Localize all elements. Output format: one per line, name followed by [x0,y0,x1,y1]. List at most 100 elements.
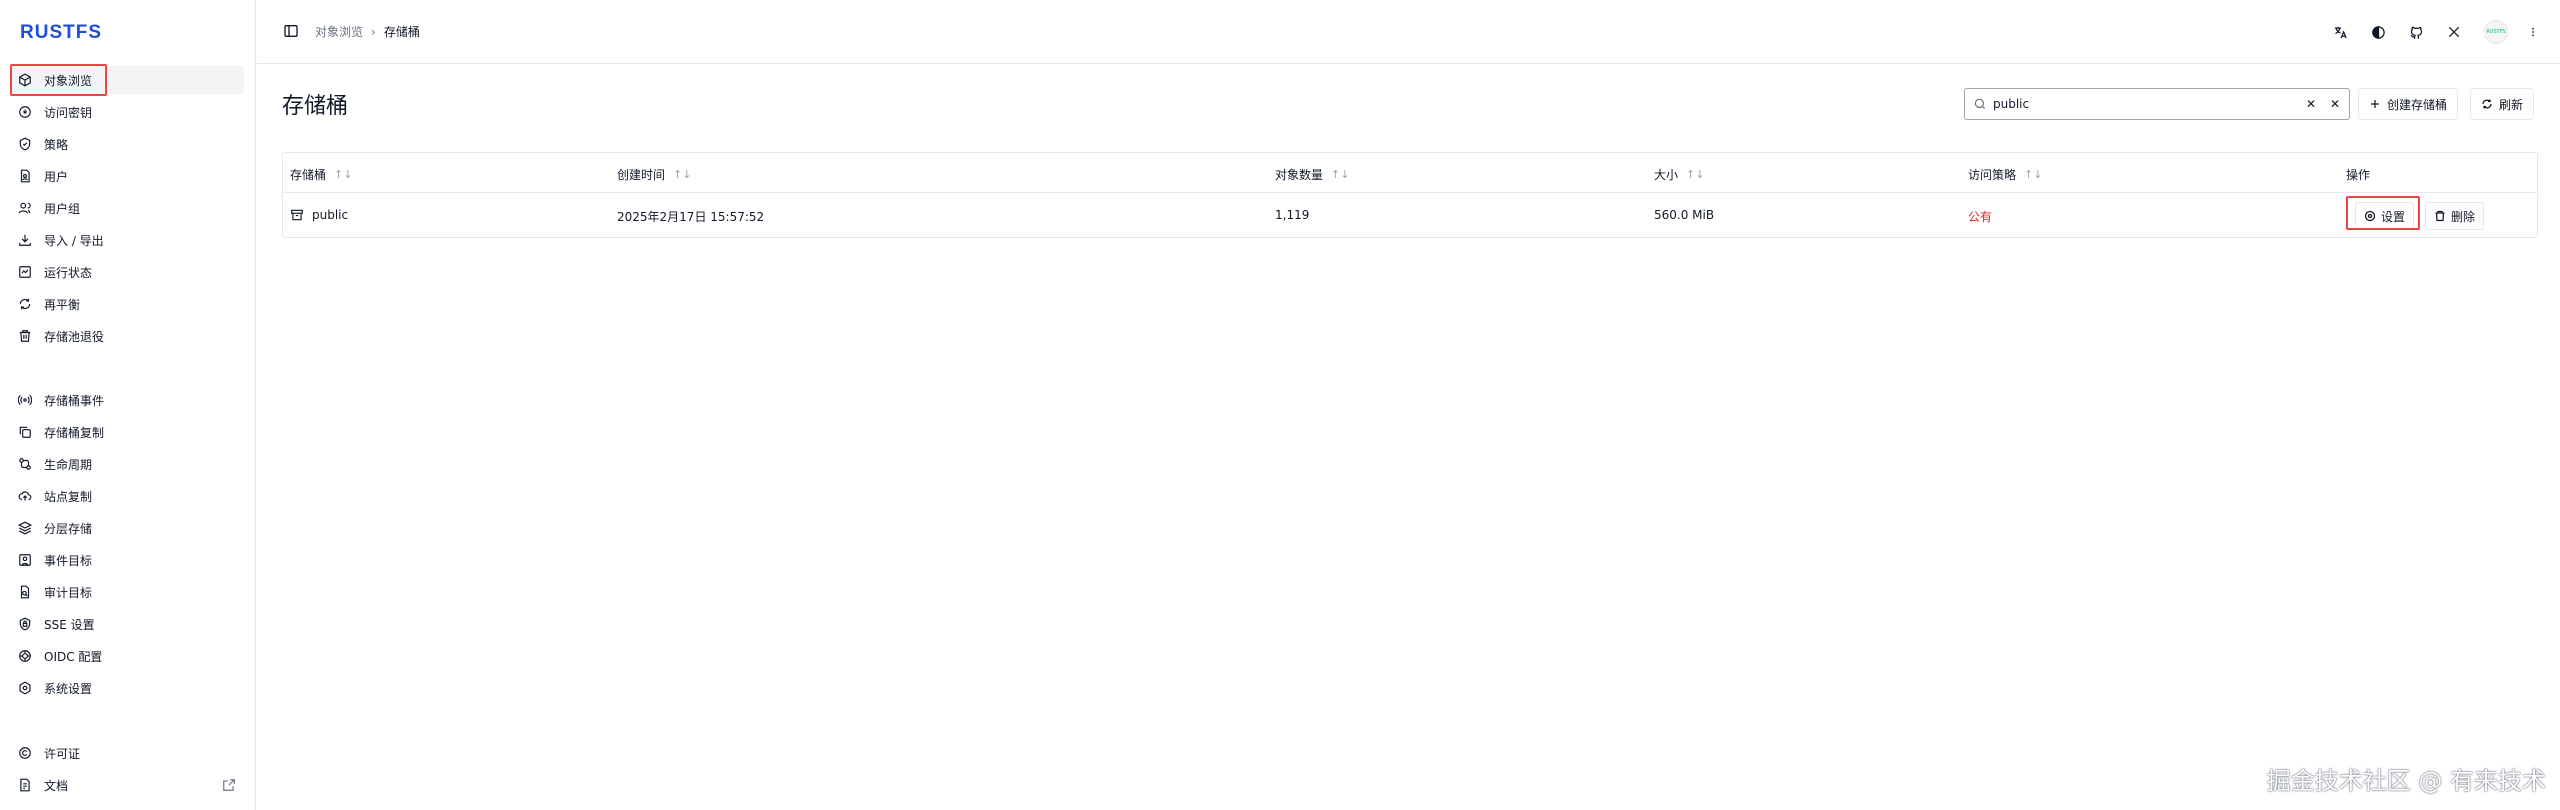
copy-icon [16,423,34,441]
header-actions: RUSTFS [2332,20,2536,44]
refresh-button[interactable]: 刷新 [2470,88,2535,120]
sidebar-item-lifecycle[interactable]: 生命周期 [12,450,244,478]
sidebar-item-users[interactable]: 用户 [12,162,244,190]
sidebar-item-label: 导入 / 导出 [44,233,104,248]
sidebar-item-access-keys[interactable]: 访问密钥 [12,98,244,126]
sidebar-item-sse-settings[interactable]: SSE 设置 [12,610,244,638]
sidebar-item-tiering[interactable]: 分层存储 [12,514,244,542]
avatar[interactable]: RUSTFS [2484,20,2508,44]
sidebar-item-rebalance[interactable]: 再平衡 [12,290,244,318]
doc-icon [16,776,34,794]
sidebar-item-object-browser[interactable]: 对象浏览 [12,66,244,94]
column-header-size[interactable]: 大小 ↑↓ [1654,166,1704,183]
sidebar-item-user-groups[interactable]: 用户组 [12,194,244,222]
sort-icon: ↑↓ [1686,168,1705,181]
sidebar-item-label: 存储桶事件 [44,393,105,408]
aperture-icon [16,647,34,665]
sidebar-item-label: 访问密钥 [44,105,93,120]
translate-icon[interactable] [2332,24,2348,40]
watermark: 掘金技术社区 @ 有来技术 [2266,767,2546,795]
column-header-objects[interactable]: 对象数量 ↑↓ [1275,166,1349,183]
copyright-icon [16,744,34,762]
sidebar-item-label: 审计目标 [44,585,93,600]
sidebar: RUSTFS 对象浏览 访问密钥 策略 用户 用户组 导入 / 导出 运行状态 … [0,0,256,810]
github-icon[interactable] [2408,24,2424,40]
shield-icon [16,135,34,153]
table-header: 存储桶 ↑↓ 创建时间 ↑↓ 对象数量 ↑↓ 大小 ↑↓ 访问策略 ↑↓ 操作 [283,153,2537,193]
breadcrumb-item[interactable]: 对象浏览 [315,23,363,40]
activity-icon [16,263,34,281]
objects-cell: 1,119 [1275,208,1310,222]
sidebar-item-oidc-config[interactable]: OIDC 配置 [12,642,244,670]
top-header: 对象浏览 › 存储桶 RUSTFS [257,0,2560,64]
close-icon[interactable]: ✕ [2329,98,2341,110]
policy-cell: 公有 [1968,210,1993,224]
sidebar-item-label: 存储池退役 [44,329,105,344]
refresh-label: 刷新 [2499,97,2524,112]
sidebar-item-health[interactable]: 运行状态 [12,258,244,286]
sidebar-item-event-targets[interactable]: 事件目标 [12,546,244,574]
delete-button[interactable]: 删除 [2425,202,2485,230]
more-vertical-icon[interactable] [2530,24,2536,40]
sidebar-item-label: SSE 设置 [44,617,95,632]
sidebar-item-bucket-replication[interactable]: 存储桶复制 [12,418,244,446]
create-bucket-button[interactable]: 创建存储桶 [2358,88,2459,120]
sidebar-item-label: 用户组 [44,201,81,216]
create-bucket-label: 创建存储桶 [2387,97,2448,112]
key-icon [16,103,34,121]
table-row[interactable]: public 2025年2月17日 15:57:52 1,119 560.0 M… [283,194,2537,238]
target-icon [16,551,34,569]
settings-button[interactable]: 设置 [2355,202,2415,230]
box-icon [16,71,34,89]
x-twitter-icon[interactable] [2446,24,2462,40]
users-icon [16,199,34,217]
sort-icon: ↑↓ [334,168,353,181]
size-cell: 560.0 MiB [1654,208,1715,222]
file-search-icon [16,583,34,601]
download-icon [16,231,34,249]
sidebar-item-label: 对象浏览 [44,73,93,88]
sidebar-item-label: 文档 [44,778,69,793]
refresh-icon [16,295,34,313]
external-link-icon [222,778,236,792]
clear-icon[interactable]: ✕ [2305,98,2317,110]
sidebar-item-audit-targets[interactable]: 审计目标 [12,578,244,606]
bucket-name-cell[interactable]: public [290,208,348,222]
sidebar-item-label: 运行状态 [44,265,93,280]
rustfs-logo[interactable]: RUSTFS [20,22,102,44]
cycle-icon [16,455,34,473]
sidebar-item-label: 策略 [44,137,69,152]
cloud-upload-icon [16,487,34,505]
sidebar-item-policies[interactable]: 策略 [12,130,244,158]
search-input[interactable]: public ✕ ✕ [1964,88,2350,120]
theme-icon[interactable] [2370,24,2386,40]
sidebar-item-label: 分层存储 [44,521,93,536]
plus-icon [2369,98,2381,110]
sidebar-item-label: 许可证 [44,746,81,761]
page-title: 存储桶 [282,94,349,119]
radio-icon [16,391,34,409]
sidebar-item-decommission[interactable]: 存储池退役 [12,322,244,350]
sidebar-item-label: OIDC 配置 [44,649,103,664]
sidebar-item-docs[interactable]: 文档 [12,771,244,799]
chevron-right-icon: › [371,24,376,39]
sidebar-item-label: 再平衡 [44,297,81,312]
column-header-policy[interactable]: 访问策略 ↑↓ [1968,166,2042,183]
sidebar-item-system-settings[interactable]: 系统设置 [12,674,244,702]
archive-icon [290,208,304,222]
breadcrumb-current: 存储桶 [383,25,420,39]
lock-icon [16,615,34,633]
settings-icon [16,679,34,697]
sidebar-item-site-replication[interactable]: 站点复制 [12,482,244,510]
column-header-bucket[interactable]: 存储桶 ↑↓ [290,166,352,183]
column-header-created[interactable]: 创建时间 ↑↓ [617,166,691,183]
sort-icon: ↑↓ [1331,168,1350,181]
sidebar-item-import-export[interactable]: 导入 / 导出 [12,226,244,254]
search-icon [1973,97,1987,111]
search-value: public [1993,97,2030,111]
sort-icon: ↑↓ [673,168,692,181]
sidebar-item-label: 存储桶复制 [44,425,105,440]
sidebar-toggle-icon[interactable] [283,23,299,39]
sidebar-item-license[interactable]: 许可证 [12,739,244,767]
sidebar-item-bucket-events[interactable]: 存储桶事件 [12,386,244,414]
